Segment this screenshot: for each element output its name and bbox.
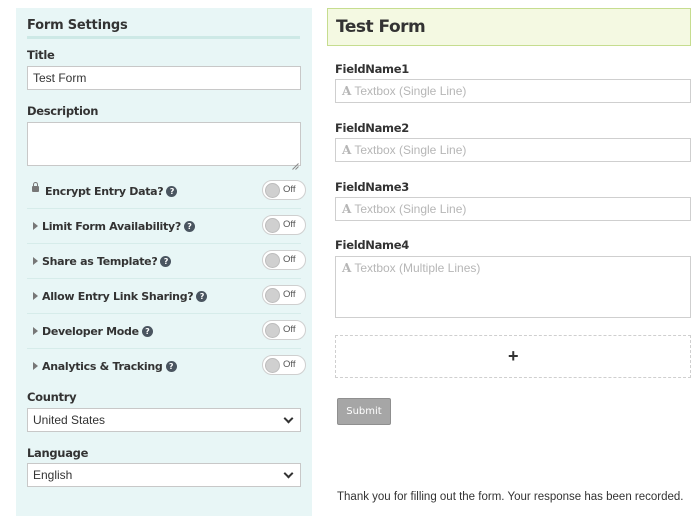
field-label: FieldName1 (335, 62, 409, 76)
text-field-icon: A (342, 84, 352, 98)
limit-availability-toggle[interactable]: Off (262, 215, 306, 235)
option-limit-form-availability[interactable]: Limit Form Availability?? Off (27, 209, 306, 244)
help-icon[interactable]: ? (160, 256, 172, 267)
chevron-down-icon (283, 413, 294, 424)
toggle-knob (265, 358, 280, 373)
caret-right-icon (33, 222, 38, 230)
option-label: Allow Entry Link Sharing? (42, 290, 194, 303)
language-select[interactable]: English (27, 463, 301, 487)
analytics-toggle[interactable]: Off (262, 355, 306, 375)
field-textbox-single-3[interactable]: A Textbox (Single Line) (335, 197, 691, 221)
field-textbox-multi-4[interactable]: A Textbox (Multiple Lines) (335, 256, 691, 318)
encrypt-toggle[interactable]: Off (262, 180, 306, 200)
add-field-dropzone[interactable]: + (335, 335, 691, 378)
toggle-state: Off (283, 289, 296, 300)
confirmation-message: Thank you for filling out the form. Your… (337, 491, 684, 503)
toggle-state: Off (283, 184, 296, 195)
description-label: Description (27, 104, 99, 118)
option-label: Limit Form Availability? (42, 220, 181, 233)
submit-button[interactable]: Submit (337, 398, 391, 425)
option-analytics-tracking[interactable]: Analytics & Tracking? Off (27, 349, 306, 384)
help-icon[interactable]: ? (165, 361, 177, 372)
toggle-knob (265, 183, 280, 198)
text-field-icon: A (342, 202, 352, 216)
field-placeholder: Textbox (Single Line) (354, 143, 467, 157)
field-label: FieldName4 (335, 238, 409, 252)
language-value: English (33, 468, 73, 482)
field-placeholder: Textbox (Single Line) (354, 202, 467, 216)
form-title: Test Form (336, 17, 426, 37)
option-label: Developer Mode (42, 325, 139, 338)
help-icon[interactable]: ? (183, 221, 195, 232)
toggle-knob (265, 218, 280, 233)
form-header[interactable]: Test Form (327, 8, 691, 46)
description-textarea[interactable] (27, 122, 301, 166)
caret-right-icon (33, 327, 38, 335)
text-field-icon: A (342, 143, 352, 157)
option-label: Encrypt Entry Data? (45, 185, 164, 198)
toggle-state: Off (283, 254, 296, 265)
language-label: Language (27, 446, 89, 460)
option-share-as-template[interactable]: Share as Template?? Off (27, 244, 306, 279)
help-icon[interactable]: ? (166, 186, 178, 197)
help-icon[interactable]: ? (196, 291, 208, 302)
toggle-knob (265, 288, 280, 303)
developer-mode-toggle[interactable]: Off (262, 320, 306, 340)
settings-heading: Form Settings (27, 18, 128, 33)
settings-divider (27, 36, 300, 39)
toggle-state: Off (283, 219, 296, 230)
resize-grip-icon (292, 163, 299, 170)
field-label: FieldName2 (335, 121, 409, 135)
lock-icon (32, 182, 39, 192)
title-label: Title (27, 48, 55, 62)
caret-right-icon (33, 292, 38, 300)
country-select[interactable]: United States (27, 408, 301, 432)
toggle-state: Off (283, 324, 296, 335)
toggle-knob (265, 323, 280, 338)
option-label: Analytics & Tracking (42, 360, 163, 373)
field-textbox-single-1[interactable]: A Textbox (Single Line) (335, 79, 691, 103)
link-sharing-toggle[interactable]: Off (262, 285, 306, 305)
field-textbox-single-2[interactable]: A Textbox (Single Line) (335, 138, 691, 162)
country-value: United States (33, 413, 106, 427)
text-field-icon: A (342, 261, 352, 275)
field-placeholder: Textbox (Single Line) (354, 84, 467, 98)
share-template-toggle[interactable]: Off (262, 250, 306, 270)
option-label: Share as Template? (42, 255, 158, 268)
form-settings-panel: Form Settings Title Test Form Descriptio… (16, 8, 312, 516)
textarea-resize-handle[interactable] (292, 157, 299, 170)
option-allow-entry-link-sharing[interactable]: Allow Entry Link Sharing?? Off (27, 279, 306, 314)
caret-right-icon (33, 257, 38, 265)
plus-icon: + (508, 346, 519, 366)
caret-right-icon (33, 362, 38, 370)
toggle-knob (265, 253, 280, 268)
option-developer-mode[interactable]: Developer Mode? Off (27, 314, 306, 349)
chevron-down-icon (283, 468, 294, 479)
field-label: FieldName3 (335, 180, 409, 194)
option-encrypt-entry-data: Encrypt Entry Data?? Off (27, 174, 306, 209)
title-input[interactable]: Test Form (27, 66, 301, 90)
toggle-state: Off (283, 359, 296, 370)
help-icon[interactable]: ? (141, 326, 153, 337)
country-label: Country (27, 390, 77, 404)
field-placeholder: Textbox (Multiple Lines) (354, 261, 481, 275)
